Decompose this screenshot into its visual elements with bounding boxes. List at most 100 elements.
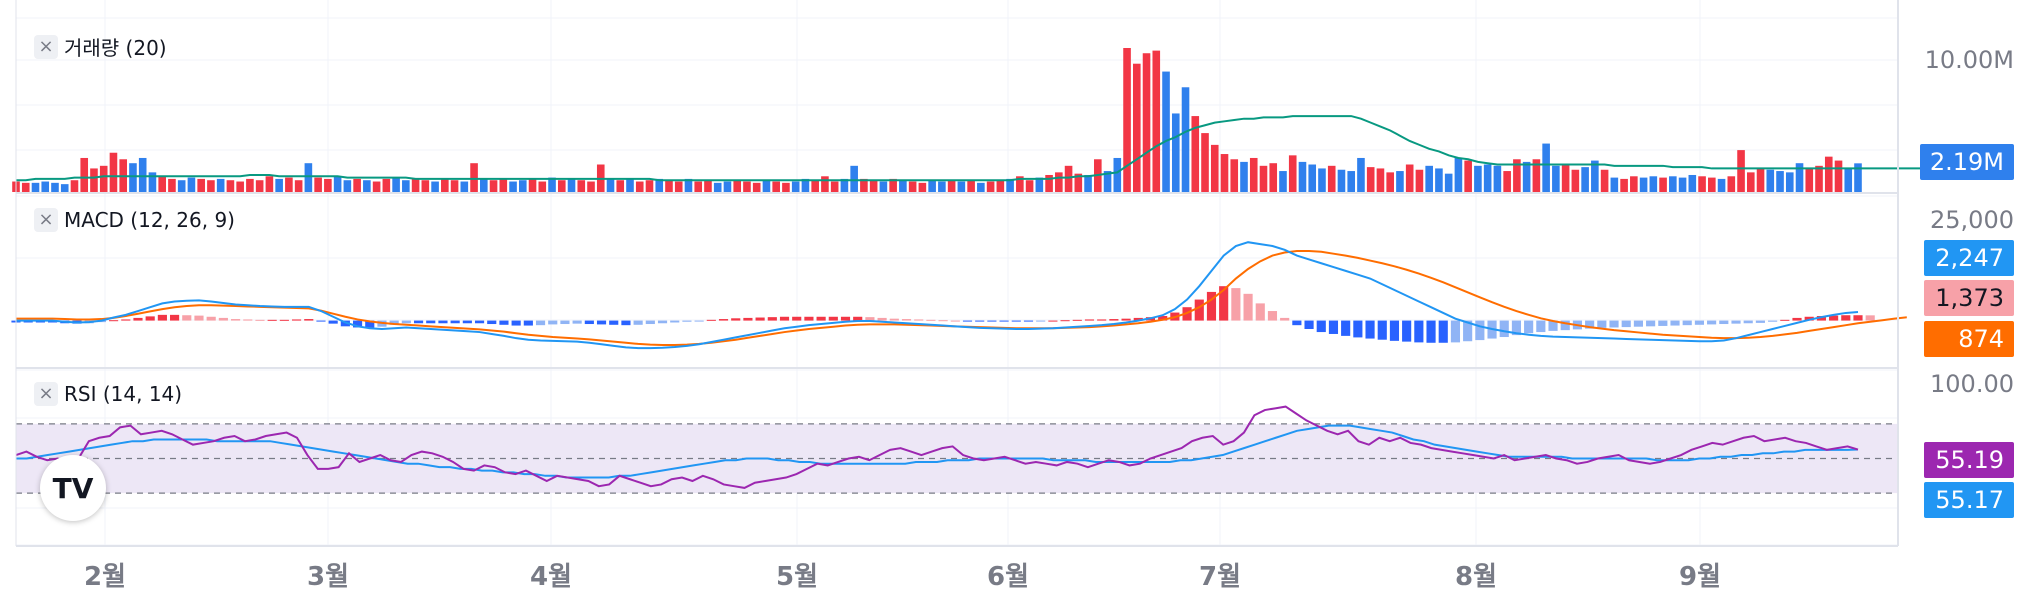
volume-bar xyxy=(899,180,907,192)
rsi-pane xyxy=(15,405,1898,494)
volume-bar xyxy=(21,182,30,192)
volume-bar xyxy=(762,180,771,192)
chart-canvas[interactable] xyxy=(0,0,2028,608)
close-icon[interactable]: × xyxy=(34,208,58,232)
histogram-bar xyxy=(1694,320,1704,325)
histogram-bar xyxy=(1707,320,1717,325)
histogram-bar xyxy=(828,316,838,321)
volume-pane-label: × 거래량 (20) xyxy=(34,32,167,61)
histogram-bar xyxy=(1048,320,1058,322)
histogram-bar xyxy=(1328,320,1339,334)
volume-bar xyxy=(80,157,89,192)
histogram-bar xyxy=(316,320,326,322)
volume-bar xyxy=(1201,133,1209,192)
histogram-bar xyxy=(1865,315,1875,321)
volume-bar xyxy=(1727,176,1736,192)
volume-bar xyxy=(158,176,166,192)
histogram-bar xyxy=(633,320,643,325)
volume-bar xyxy=(918,182,927,192)
volume-bar xyxy=(207,180,215,192)
histogram-bar xyxy=(1719,320,1729,325)
volume-bar xyxy=(986,181,995,192)
volume-bar xyxy=(1288,155,1297,192)
volume-bar xyxy=(1113,157,1122,192)
volume-bar xyxy=(60,184,69,192)
histogram-bar xyxy=(755,317,765,321)
volume-bar xyxy=(1678,177,1687,192)
volume-bar xyxy=(850,165,858,192)
volume-bar xyxy=(1240,161,1248,192)
volume-bar xyxy=(879,181,888,192)
histogram-bar xyxy=(1841,315,1851,321)
histogram-bar xyxy=(1072,319,1082,321)
volume-bar xyxy=(1327,165,1336,192)
volume-bar xyxy=(1552,165,1560,192)
volume-bar xyxy=(830,181,839,192)
rsi-axis-tick: 100.00 xyxy=(1930,370,2014,398)
histogram-bar xyxy=(743,317,753,321)
histogram-bar xyxy=(596,320,607,325)
volume-bar xyxy=(1279,171,1287,192)
histogram-bar xyxy=(926,319,936,321)
histogram-bar xyxy=(1267,311,1278,321)
rsi-value-tag: 55.19 xyxy=(1924,442,2014,478)
volume-bar xyxy=(1756,168,1765,192)
histogram-bar xyxy=(1633,320,1643,327)
volume-bar xyxy=(947,180,956,192)
histogram-bar xyxy=(231,319,241,321)
rsi-label-text: RSI (14, 14) xyxy=(64,382,183,406)
histogram-bar xyxy=(523,320,533,326)
volume-bar xyxy=(782,182,790,192)
histogram-bar xyxy=(194,315,204,321)
histogram-bar xyxy=(1658,320,1668,326)
volume-bar xyxy=(1571,169,1580,192)
volume-bar xyxy=(470,163,478,192)
volume-bar xyxy=(645,180,654,192)
volume-bar xyxy=(567,178,576,192)
month-label: 2월 xyxy=(83,562,127,592)
volume-bar xyxy=(1064,165,1073,192)
month-label: 7월 xyxy=(1198,562,1242,592)
histogram-bar xyxy=(1402,320,1412,342)
close-icon[interactable]: × xyxy=(34,382,58,406)
volume-bar xyxy=(90,168,98,192)
volume-bar xyxy=(1045,174,1053,192)
histogram-bar xyxy=(889,318,899,321)
histogram-bar xyxy=(877,317,887,321)
histogram-bar xyxy=(1414,320,1424,343)
volume-bar xyxy=(1444,173,1453,192)
histogram-bar xyxy=(1755,320,1765,323)
volume-bar xyxy=(1084,174,1092,192)
volume-bar xyxy=(587,181,595,192)
volume-bar xyxy=(265,176,274,192)
volume-bar xyxy=(606,178,615,192)
histogram-bar xyxy=(1450,320,1461,343)
histogram-bar xyxy=(450,320,460,324)
volume-bar xyxy=(996,180,1005,192)
macd-pane-label: × MACD (12, 26, 9) xyxy=(34,208,235,232)
rsi-pane-label: × RSI (14, 14) xyxy=(34,382,182,406)
volume-bar xyxy=(957,181,966,192)
volume-bar xyxy=(908,181,917,192)
histogram-bar xyxy=(682,320,692,322)
volume-axis-tick: 10.00M xyxy=(1924,46,2014,74)
volume-bar xyxy=(743,181,751,192)
volume-bar xyxy=(333,176,342,192)
rsi-ma-value-tag: 55.17 xyxy=(1924,482,2014,518)
volume-ma-line xyxy=(16,115,1927,182)
histogram-bar xyxy=(914,319,924,321)
volume-bar xyxy=(246,178,254,192)
volume-bar xyxy=(99,165,108,192)
volume-bar xyxy=(1337,169,1346,192)
histogram-bar xyxy=(670,320,680,323)
tradingview-logo[interactable]: TV xyxy=(40,455,106,521)
histogram-bar xyxy=(1475,320,1485,341)
volume-bar xyxy=(928,180,936,192)
volume-bar xyxy=(821,176,829,192)
close-icon[interactable]: × xyxy=(34,34,58,59)
volume-bar xyxy=(41,181,50,192)
volume-bar xyxy=(343,180,352,192)
volume-bar xyxy=(216,178,225,192)
histogram-bar xyxy=(255,319,265,321)
signal-line xyxy=(16,250,1907,347)
